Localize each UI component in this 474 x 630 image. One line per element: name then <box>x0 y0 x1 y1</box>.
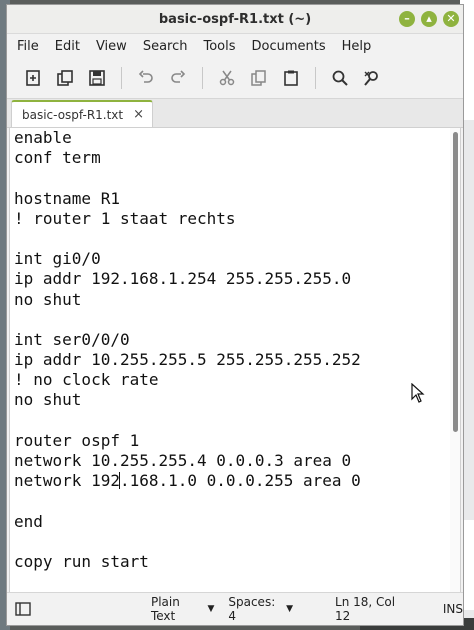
undo-icon <box>138 70 153 83</box>
menu-documents[interactable]: Documents <box>244 39 334 54</box>
paste-button[interactable] <box>275 62 307 94</box>
editor-line[interactable]: copy run start <box>14 552 446 572</box>
editor-line[interactable]: ip addr 192.168.1.254 255.255.255.0 <box>14 269 446 289</box>
new-window-icon <box>57 70 73 86</box>
cursor-position: Ln 18, Col 12 <box>335 595 396 623</box>
menu-bar: File Edit View Search Tools Documents He… <box>7 34 463 58</box>
tab-width-label: Spaces: 4 <box>228 595 276 623</box>
redo-button[interactable] <box>162 62 194 94</box>
undo-button[interactable] <box>130 62 162 94</box>
editor-line[interactable]: router ospf 1 <box>14 431 446 451</box>
replace-icon <box>364 71 378 86</box>
paste-icon <box>284 70 298 86</box>
tab-bar: basic-ospf-R1.txt × <box>7 99 463 128</box>
close-button[interactable]: ✕ <box>443 11 459 27</box>
menu-search[interactable]: Search <box>135 39 196 54</box>
editor-line[interactable]: ! no clock rate <box>14 370 446 390</box>
editor-line[interactable] <box>14 168 446 188</box>
editor-line[interactable]: ! router 1 staat rechts <box>14 209 446 229</box>
editor-line[interactable]: network 10.255.255.4 0.0.0.3 area 0 <box>14 451 446 471</box>
language-selector[interactable]: Plain Text ▼ <box>151 595 214 623</box>
title-bar: basic-ospf-R1.txt (~) – ▴ ✕ <box>7 5 463 34</box>
editor-line[interactable]: end <box>14 512 446 532</box>
language-label: Plain Text <box>150 595 180 623</box>
minimize-button[interactable]: – <box>399 11 415 27</box>
text-editor-window: basic-ospf-R1.txt (~) – ▴ ✕ File Edit Vi… <box>6 4 464 626</box>
editor-area[interactable]: enable conf term hostname R1! router 1 sta… <box>9 127 461 593</box>
menu-edit[interactable]: Edit <box>47 39 88 54</box>
scrollbar-thumb[interactable] <box>453 132 458 432</box>
vertical-scrollbar[interactable] <box>450 128 460 592</box>
editor-line[interactable]: network 192.168.1.0 0.0.0.255 area 0 <box>14 471 446 491</box>
toolbar-separator <box>202 67 203 89</box>
menu-help[interactable]: Help <box>334 39 380 54</box>
editor-text[interactable]: enable conf term hostname R1! router 1 sta… <box>14 128 446 572</box>
chevron-down-icon: ▼ <box>286 604 294 614</box>
tab-label: basic-ospf-R1.txt <box>22 107 124 122</box>
editor-line[interactable] <box>14 310 446 330</box>
toolbar <box>7 58 463 99</box>
side-panel-toggle[interactable] <box>13 602 33 616</box>
menu-view[interactable]: View <box>88 39 135 54</box>
cut-icon <box>219 70 235 86</box>
editor-line[interactable] <box>14 411 446 431</box>
window-title: basic-ospf-R1.txt (~) <box>158 11 312 27</box>
editor-line[interactable]: no shut <box>14 290 446 310</box>
redo-icon <box>171 70 186 83</box>
search-icon <box>332 70 348 86</box>
replace-button[interactable] <box>356 62 388 94</box>
copy-icon <box>251 70 266 86</box>
copy-button[interactable] <box>243 62 275 94</box>
editor-line[interactable]: hostname R1 <box>14 189 446 209</box>
cut-button[interactable] <box>211 62 243 94</box>
mouse-pointer-icon <box>411 383 425 403</box>
toolbar-separator <box>121 67 122 89</box>
editor-line[interactable]: ip addr 10.255.255.5 255.255.255.252 <box>14 350 446 370</box>
new-document-button[interactable] <box>17 62 49 94</box>
insert-mode-indicator: INS <box>442 602 463 616</box>
search-button[interactable] <box>324 62 356 94</box>
editor-line[interactable]: enable <box>14 128 446 148</box>
status-bar: Plain Text ▼ Spaces: 4 ▼ Ln 18, Col 12 I… <box>7 592 463 625</box>
new-document-icon <box>26 70 40 86</box>
editor-line[interactable]: conf term <box>14 148 446 168</box>
tab-close-icon[interactable]: × <box>133 107 144 122</box>
save-button[interactable] <box>81 62 113 94</box>
menu-file[interactable]: File <box>9 39 47 54</box>
editor-line[interactable] <box>14 229 446 249</box>
editor-line[interactable]: no shut <box>14 390 446 410</box>
menu-tools[interactable]: Tools <box>195 39 243 54</box>
maximize-button[interactable]: ▴ <box>421 11 437 27</box>
chevron-down-icon: ▼ <box>207 604 215 614</box>
tab-width-selector[interactable]: Spaces: 4 ▼ <box>228 595 293 623</box>
editor-line[interactable] <box>14 491 446 511</box>
editor-line[interactable] <box>14 532 446 552</box>
tab-basic-ospf-r1[interactable]: basic-ospf-R1.txt × <box>11 100 154 127</box>
editor-line[interactable]: int gi0/0 <box>14 249 446 269</box>
side-panel-icon <box>15 602 31 616</box>
toolbar-separator <box>315 67 316 89</box>
new-window-button[interactable] <box>49 62 81 94</box>
save-icon <box>89 70 105 86</box>
editor-line[interactable]: int ser0/0/0 <box>14 330 446 350</box>
